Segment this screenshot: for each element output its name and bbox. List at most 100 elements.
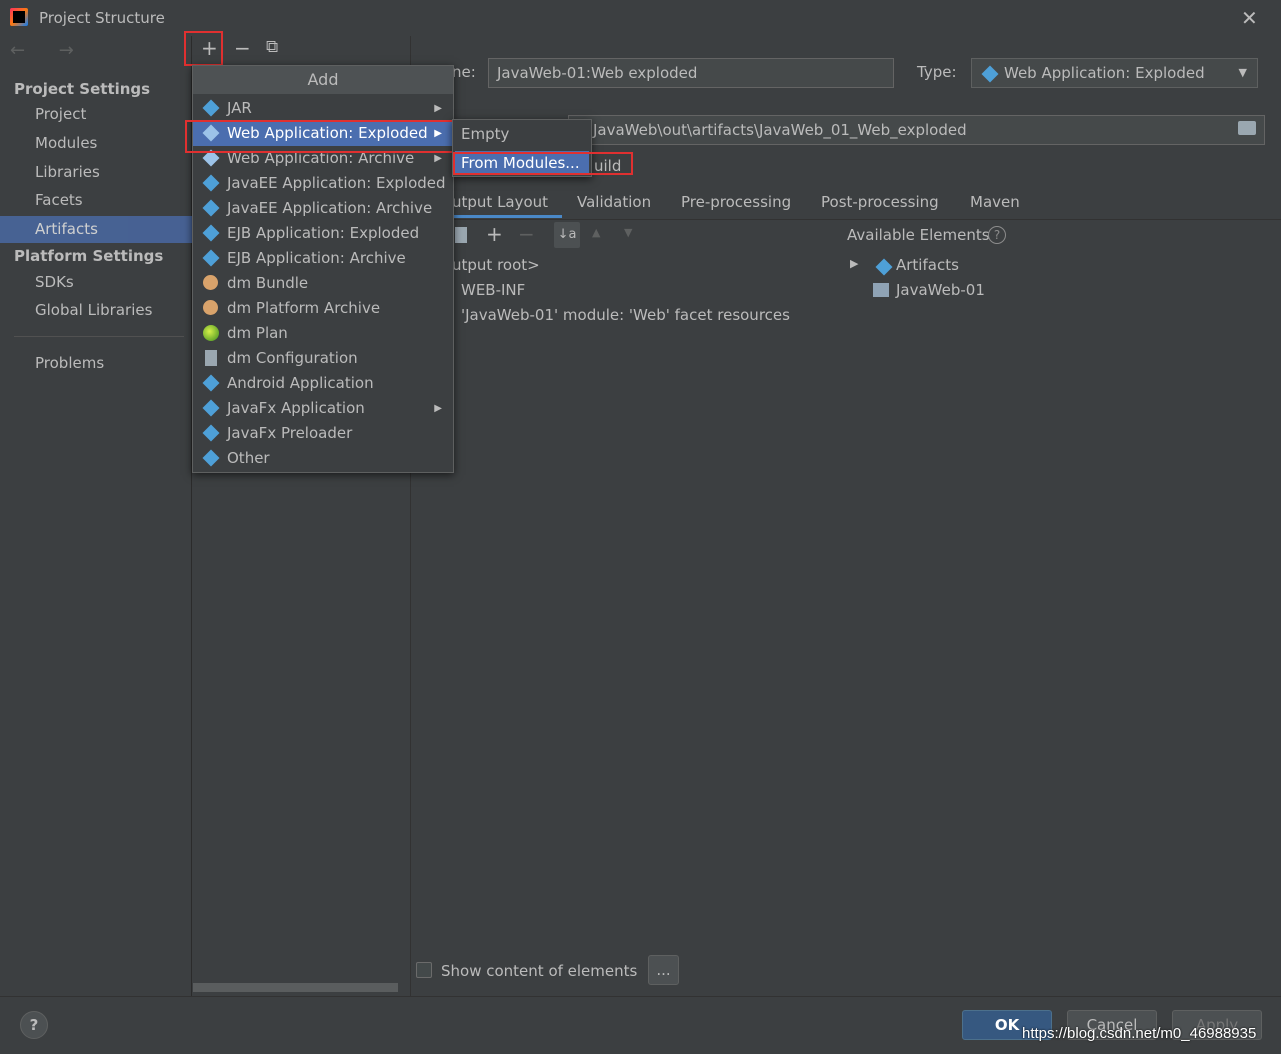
- copy-icon[interactable]: ⧉: [266, 37, 278, 57]
- menu-item-label: Android Application: [227, 374, 374, 392]
- menu-item-label: EJB Application: Archive: [227, 249, 406, 267]
- menu-item-ejb-exploded[interactable]: EJB Application: Exploded: [193, 221, 452, 246]
- tab-validation[interactable]: Validation: [577, 193, 651, 211]
- name-field[interactable]: JavaWeb-01:Web exploded: [488, 58, 894, 88]
- menu-item-label: Other: [227, 449, 270, 467]
- show-content-label: Show content of elements: [441, 962, 638, 980]
- diamond-icon: [202, 424, 220, 442]
- menu-item-javaee-archive[interactable]: JavaEE Application: Archive: [193, 196, 452, 221]
- menu-item-other[interactable]: Other: [193, 446, 452, 471]
- diamond-icon: [202, 99, 220, 117]
- menu-item-javafx-application[interactable]: JavaFx Application ▶: [193, 396, 452, 421]
- menu-item-dm-configuration[interactable]: dm Configuration: [193, 346, 452, 371]
- diamond-icon: [202, 374, 220, 392]
- menu-item-label: dm Plan: [227, 324, 288, 342]
- menu-item-ejb-archive[interactable]: EJB Application: Archive: [193, 246, 452, 271]
- available-elements-title: Available Elements: [847, 226, 990, 244]
- type-combo-value: Web Application: Exploded: [1004, 64, 1205, 82]
- ejb-icon: [202, 224, 220, 242]
- close-icon[interactable]: ✕: [1241, 6, 1258, 30]
- sidebar-item-facets[interactable]: Facets: [0, 187, 192, 214]
- available-module[interactable]: JavaWeb-01: [896, 281, 985, 299]
- menu-item-javafx-preloader[interactable]: JavaFx Preloader: [193, 421, 452, 446]
- web-app-icon: [981, 65, 999, 83]
- from-modules-highlight-box: [453, 152, 633, 175]
- help-button[interactable]: ?: [20, 1011, 48, 1039]
- intellij-logo-icon: [10, 8, 28, 26]
- new-directory-icon[interactable]: [455, 227, 467, 243]
- menu-item-label: JavaEE Application: Exploded: [227, 174, 446, 192]
- submenu-item-empty[interactable]: Empty: [461, 125, 509, 143]
- move-up-icon[interactable]: ▲: [592, 226, 600, 239]
- back-forward-arrows-icon[interactable]: ← →: [10, 40, 88, 61]
- tab-output-layout[interactable]: utput Layout: [452, 193, 548, 211]
- sidebar-item-global-libraries[interactable]: Global Libraries: [0, 297, 192, 324]
- folder-icon[interactable]: [1238, 121, 1256, 135]
- sidebar-item-artifacts[interactable]: Artifacts: [0, 216, 192, 243]
- menu-item-label: JavaFx Preloader: [227, 424, 353, 442]
- tab-active-indicator: [440, 215, 562, 218]
- type-label: Type:: [917, 63, 957, 81]
- dm-plan-icon: [203, 325, 219, 341]
- add-icon[interactable]: +: [201, 36, 218, 60]
- menu-item-label: dm Platform Archive: [227, 299, 381, 317]
- watermark-text: https://blog.csdn.net/m0_46988935: [1022, 1025, 1257, 1042]
- menu-item-dm-plan[interactable]: dm Plan: [193, 321, 452, 346]
- sidebar-item-modules[interactable]: Modules: [0, 130, 192, 157]
- tab-post-processing[interactable]: Post-processing: [821, 193, 939, 211]
- project-settings-heading: Project Settings: [14, 80, 151, 98]
- tab-pre-processing[interactable]: Pre-processing: [681, 193, 791, 211]
- expand-arrow-icon[interactable]: ▶: [850, 257, 858, 270]
- submenu-arrow-icon: ▶: [434, 103, 442, 114]
- name-label: ne:: [452, 63, 476, 81]
- add-element-icon[interactable]: +: [486, 222, 503, 246]
- menu-item-android-application[interactable]: Android Application: [193, 371, 452, 396]
- javaee-icon: [202, 199, 220, 217]
- menu-item-label: JavaEE Application: Archive: [227, 199, 433, 217]
- menu-item-dm-platform-archive[interactable]: dm Platform Archive: [193, 296, 452, 321]
- type-combo[interactable]: Web Application: Exploded ▼: [971, 58, 1258, 88]
- diamond-icon: [202, 399, 220, 417]
- sidebar-item-sdks[interactable]: SDKs: [0, 269, 192, 296]
- sidebar-item-project[interactable]: Project: [0, 101, 192, 128]
- menu-item-label: EJB Application: Exploded: [227, 224, 420, 242]
- sort-icon[interactable]: ↓a: [554, 222, 580, 248]
- tree-output-root[interactable]: utput root>: [452, 256, 540, 274]
- ellipsis-button[interactable]: ...: [648, 955, 679, 985]
- chevron-down-icon: ▼: [1238, 66, 1247, 79]
- javaee-icon: [202, 174, 220, 192]
- tree-facet-resources[interactable]: 'JavaWeb-01' module: 'Web' facet resourc…: [461, 306, 790, 324]
- move-down-icon[interactable]: ▼: [624, 226, 632, 239]
- menu-item-label: JAR: [227, 99, 252, 117]
- sidebar-item-problems[interactable]: Problems: [0, 350, 192, 377]
- remove-element-icon[interactable]: −: [518, 222, 535, 246]
- dm-config-icon: [205, 350, 217, 366]
- menu-item-label: dm Configuration: [227, 349, 358, 367]
- window-title: Project Structure: [39, 9, 165, 27]
- help-icon[interactable]: ?: [988, 226, 1006, 244]
- menu-item-dm-bundle[interactable]: dm Bundle: [193, 271, 452, 296]
- dm-platform-icon: [203, 300, 218, 315]
- menu-item-jar[interactable]: JAR ▶: [193, 96, 452, 121]
- diamond-icon: [202, 449, 220, 467]
- show-content-checkbox[interactable]: [416, 962, 432, 978]
- tab-divider: [412, 219, 1281, 220]
- web-exploded-highlight-box: [185, 120, 457, 153]
- tab-maven[interactable]: Maven: [970, 193, 1020, 211]
- submenu-arrow-icon: ▶: [434, 403, 442, 414]
- menu-item-label: dm Bundle: [227, 274, 309, 292]
- add-popup-header: Add: [193, 66, 453, 94]
- platform-settings-heading: Platform Settings: [14, 247, 164, 265]
- available-artifacts[interactable]: Artifacts: [896, 256, 959, 274]
- menu-item-label: JavaFx Application: [227, 399, 365, 417]
- tree-web-inf[interactable]: WEB-INF: [461, 281, 525, 299]
- artifact-detail-panel: [412, 36, 1281, 996]
- module-folder-icon: [873, 283, 889, 297]
- horizontal-scrollbar[interactable]: [193, 983, 398, 992]
- ejb-icon: [202, 249, 220, 267]
- menu-item-javaee-exploded[interactable]: JavaEE Application: Exploded: [193, 171, 452, 196]
- sidebar-divider: [14, 336, 184, 337]
- output-directory-field[interactable]: JavaWeb\out\artifacts\JavaWeb_01_Web_exp…: [568, 115, 1265, 145]
- sidebar-item-libraries[interactable]: Libraries: [0, 159, 192, 186]
- remove-icon[interactable]: −: [234, 36, 251, 60]
